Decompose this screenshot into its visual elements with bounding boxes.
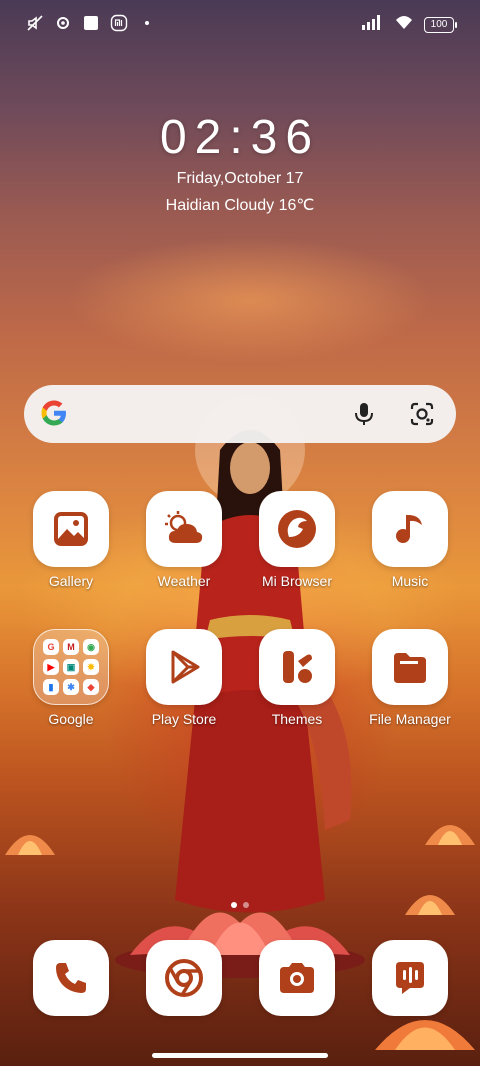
google-lens-icon[interactable] (408, 400, 436, 428)
clock-time[interactable]: 02:36 (0, 110, 480, 165)
file-manager-icon (372, 629, 448, 705)
weather-icon (146, 491, 222, 567)
google-search-bar[interactable] (24, 385, 456, 443)
photos-mini-icon: ✸ (83, 659, 99, 675)
dock-chrome[interactable] (128, 940, 240, 1016)
app-mini-icon: ◆ (83, 679, 99, 695)
settings-gear-icon (54, 14, 72, 32)
youtube-mini-icon: ▶ (43, 659, 59, 675)
messages-icon (372, 940, 448, 1016)
app-label: Music (391, 573, 429, 589)
battery-icon: 100 (424, 16, 457, 33)
app-music[interactable]: Music (354, 491, 466, 589)
app-play-store[interactable]: Play Store (128, 629, 240, 727)
app-label: Play Store (151, 711, 217, 727)
notification-square-icon (82, 14, 100, 32)
gallery-icon (33, 491, 109, 567)
play-store-icon (146, 629, 222, 705)
dock-messages[interactable] (354, 940, 466, 1016)
gmail-mini-icon: G (43, 639, 59, 655)
music-icon (372, 491, 448, 567)
app-gallery[interactable]: Gallery (15, 491, 127, 589)
page-dot (243, 902, 249, 908)
status-right-icons: 100 (362, 14, 457, 35)
drive-mini-icon: ▮ (43, 679, 59, 695)
wifi-icon (394, 14, 414, 35)
themes-icon (259, 629, 335, 705)
microphone-icon[interactable] (350, 400, 378, 428)
google-logo-icon (41, 400, 66, 426)
app-label: Themes (271, 711, 323, 727)
lotus-decoration (425, 825, 475, 845)
sound-off-icon (26, 14, 44, 32)
app-weather[interactable]: Weather (128, 491, 240, 589)
meet-mini-icon: ▣ (63, 659, 79, 675)
app-label: Google (48, 711, 94, 727)
more-dot-icon (138, 14, 156, 32)
clock-date[interactable]: Friday,October 17 (0, 170, 480, 188)
dock-camera[interactable] (241, 940, 353, 1016)
app-label: Mi Browser (261, 573, 332, 589)
lotus-decoration (5, 835, 55, 855)
home-gesture-bar[interactable] (152, 1053, 328, 1058)
page-indicator[interactable] (0, 902, 480, 908)
weather-summary[interactable]: Haidian Cloudy 16℃ (0, 195, 480, 215)
app-file-manager[interactable]: File Manager (354, 629, 466, 727)
gmail-mini-icon: M (63, 639, 79, 655)
maps-mini-icon: ◉ (83, 639, 99, 655)
chrome-icon (146, 940, 222, 1016)
app-themes[interactable]: Themes (241, 629, 353, 727)
status-bar: 100 (0, 0, 480, 46)
signal-icon (362, 14, 384, 35)
folder-icon: G M ◉ ▶ ▣ ✸ ▮ ✱ ◆ (33, 629, 109, 705)
status-left-icons (26, 14, 156, 32)
app-mi-browser[interactable]: Mi Browser (241, 491, 353, 589)
app-label: Gallery (48, 573, 94, 589)
camera-icon (259, 940, 335, 1016)
page-dot-active (231, 902, 237, 908)
folder-google[interactable]: G M ◉ ▶ ▣ ✸ ▮ ✱ ◆ Google (15, 629, 127, 727)
app-label: File Manager (369, 711, 451, 727)
app-label: Weather (157, 573, 211, 589)
mi-logo-icon (110, 14, 128, 32)
dock-phone[interactable] (15, 940, 127, 1016)
browser-icon (259, 491, 335, 567)
lotus-decoration (405, 895, 455, 915)
assistant-mini-icon: ✱ (63, 679, 79, 695)
phone-icon (33, 940, 109, 1016)
